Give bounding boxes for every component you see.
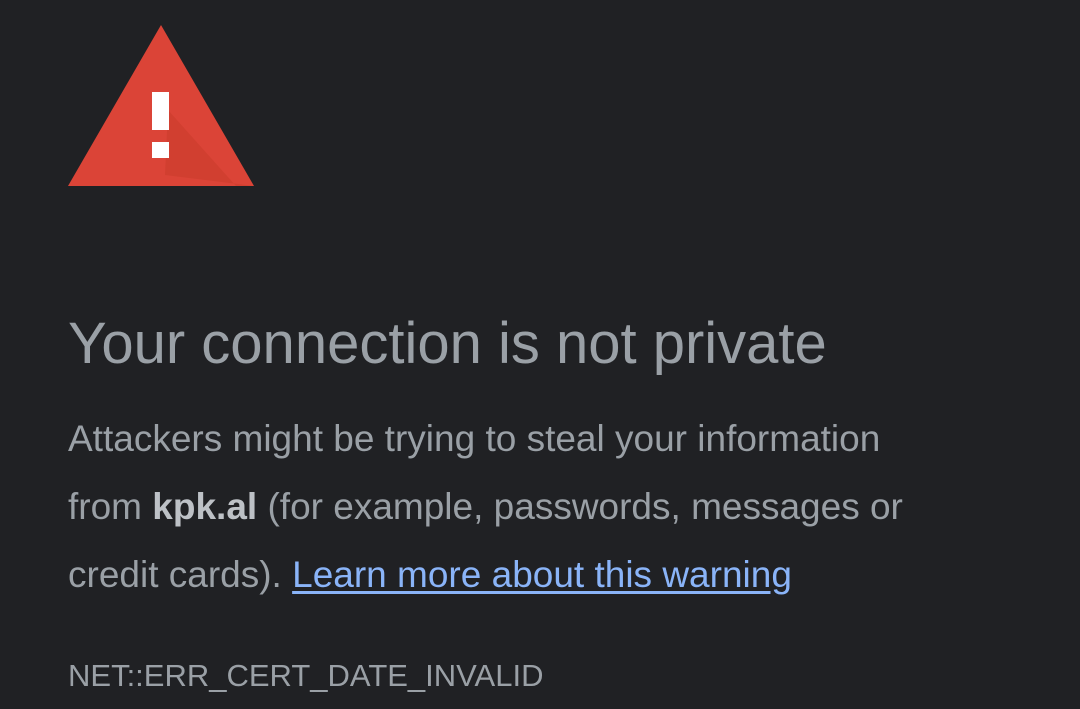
site-domain: kpk.al xyxy=(152,486,258,527)
error-code: NET::ERR_CERT_DATE_INVALID xyxy=(68,658,544,693)
description-line-3: credit cards). Learn more about this war… xyxy=(68,541,1028,609)
warning-triangle-icon xyxy=(68,25,254,186)
learn-more-link[interactable]: Learn more about this warning xyxy=(292,554,792,595)
warning-description: Attackers might be trying to steal your … xyxy=(68,405,1028,609)
description-credit-cards-text: credit cards). xyxy=(68,554,293,595)
page-title: Your connection is not private xyxy=(68,311,827,376)
description-line-1: Attackers might be trying to steal your … xyxy=(68,418,881,459)
description-from-text: from xyxy=(68,486,153,527)
description-examples-text: (for example, passwords, messages or xyxy=(257,486,903,527)
description-line-2: from kpk.al (for example, passwords, mes… xyxy=(68,473,1028,541)
